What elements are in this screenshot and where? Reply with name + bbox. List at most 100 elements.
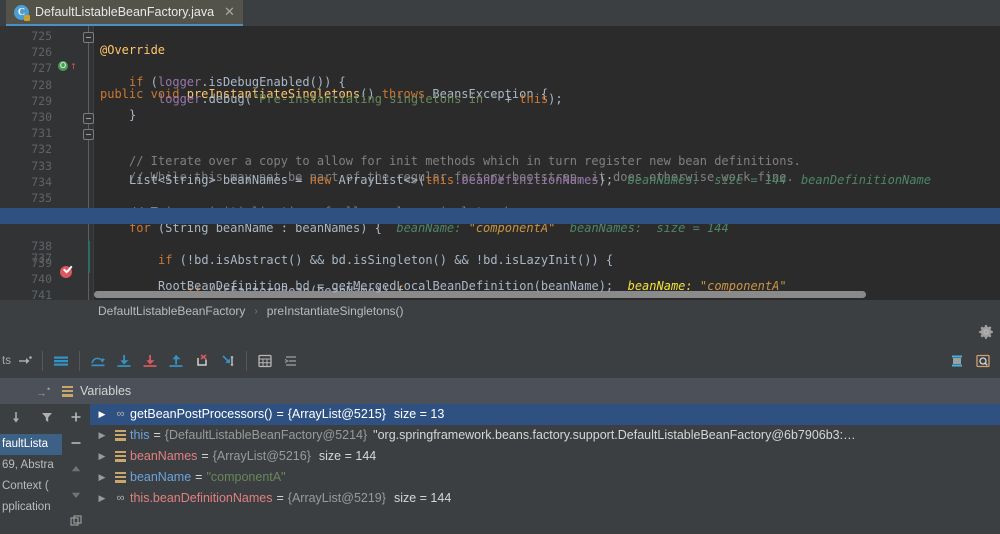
tab-variables[interactable]: Variables [58,378,141,404]
editor-tab[interactable]: C DefaultListableBeanFactory.java ✕ [6,0,243,26]
evaluate-expression-icon[interactable] [252,348,278,374]
remove-watch-icon[interactable] [67,434,85,452]
filter-frames-icon[interactable] [38,408,56,426]
variable-name: getBeanPostProcessors() [130,404,272,425]
breadcrumb-method[interactable]: preInstantiateSingletons() [267,304,404,318]
method-icon: ∞ [110,488,130,509]
variable-ref: {DefaultListableBeanFactory@5214} [165,425,367,446]
variable-name: this [130,425,149,446]
table-row[interactable]: ▶ beanName = "componentA" [90,467,1000,488]
code-line: 727 if (logger.isDebugEnabled()) { [0,46,1000,62]
editor-tab-title: DefaultListableBeanFactory.java [35,5,214,19]
list-item[interactable]: pplication [0,497,62,518]
variable-ref: {ArrayList@5215} [288,404,386,425]
code-line: 728 logger.debug("Pre-instantiating sing… [0,63,1000,79]
gear-icon[interactable] [978,324,994,340]
step-into-icon[interactable] [111,348,137,374]
debug-tool-window-header [0,322,1000,344]
move-down-icon[interactable] [67,486,85,504]
breadcrumb-separator-icon: › [254,306,257,317]
close-icon[interactable]: ✕ [224,4,235,20]
variables-icon [62,386,73,397]
list-item[interactable]: 69, Abstra [0,455,62,476]
variable-ref: {ArrayList@5219} [288,488,386,509]
fold-marker-icon[interactable] [83,113,94,124]
add-watch-icon[interactable] [67,408,85,426]
variable-name: beanName [130,467,191,488]
variable-ref: {ArrayList@5216} [213,446,311,467]
code-line: 726 O ↑ public void preInstantiateSingle… [0,30,1000,46]
code-line: 729 } [0,79,1000,95]
changed-lines-marker [88,241,90,257]
force-step-into-icon[interactable] [137,348,163,374]
fold-marker-icon[interactable] [83,129,94,140]
equals-sign: = [276,488,283,509]
move-up-icon[interactable] [67,460,85,478]
breadcrumb-class[interactable]: DefaultListableBeanFactory [98,304,245,318]
frames-panel: faultLista 69, Abstra Context ( pplicati… [0,404,62,534]
frames-list[interactable]: faultLista 69, Abstra Context ( pplicati… [0,434,62,534]
pin-tab-icon[interactable] [970,348,996,374]
frames-toolbar [0,404,62,430]
table-row[interactable]: ▶ beanNames = {ArrayList@5216} size = 14… [90,446,1000,467]
table-row[interactable]: ▶ this = {DefaultListableBeanFactory@521… [90,425,1000,446]
code-line: 740 Object bean = getBean( name: FACTORY… [0,257,1000,273]
variable-name: beanNames [130,446,197,467]
variable-size: size = 144 [394,488,451,509]
current-execution-line: 737 RootBeanDefinition bd = getMergedLoc… [0,208,1000,224]
watches-icon[interactable] [278,348,304,374]
debugger-panels: →• Variables faultLista 69, Abstra Conte… [0,378,1000,534]
tab-variables-label: Variables [80,384,131,398]
variables-tab-header: →• Variables [0,378,1000,404]
variable-value: "componentA" [206,467,285,488]
chevron-right-icon[interactable]: ▶ [94,488,110,509]
list-icon [110,430,130,441]
method-icon: ∞ [110,404,130,425]
intellij-debugger-window: C DefaultListableBeanFactory.java ✕ 725 … [0,0,1000,534]
fold-marker-icon[interactable] [83,32,94,43]
step-over-icon[interactable] [85,348,111,374]
list-icon [110,472,130,483]
code-line: 731 // Iterate over a copy to allow for … [0,111,1000,127]
code-line: 732 // While this may not be part of the… [0,127,1000,143]
chevron-right-icon[interactable]: ▶ [94,404,110,425]
code-text: RootBeanDefinition bd = getMergedLocalBe… [158,279,613,293]
inline-debug-value: "componentA" [700,279,787,293]
chevron-right-icon[interactable]: ▶ [94,446,110,467]
run-to-cursor-icon[interactable] [215,348,241,374]
chevron-right-icon[interactable]: ▶ [94,425,110,446]
drop-frame-icon[interactable] [189,348,215,374]
table-row[interactable]: ▶ ∞ this.beanDefinitionNames = {ArrayLis… [90,488,1000,509]
export-threads-icon[interactable] [7,408,25,426]
code-line: 735 // Trigger initialization of all non… [0,176,1000,192]
code-line: 738 if (!bd.isAbstract() && bd.isSinglet… [0,224,1000,240]
mute-breakpoints-icon[interactable] [11,348,37,374]
code-line: 730 [0,95,1000,111]
show-execution-point-icon[interactable] [48,348,74,374]
equals-sign: = [276,404,283,425]
variables-tree[interactable]: ▶ ∞ getBeanPostProcessors() = {ArrayList… [90,404,1000,534]
table-row[interactable]: ▶ ∞ getBeanPostProcessors() = {ArrayList… [90,404,1000,425]
equals-sign: = [201,446,208,467]
changed-lines-marker [88,257,90,273]
chevron-right-icon[interactable]: ▶ [94,467,110,488]
step-out-icon[interactable] [163,348,189,374]
copy-value-icon[interactable] [67,512,85,530]
code-line: 734 [0,160,1000,176]
breadcrumb[interactable]: DefaultListableBeanFactory › preInstanti… [0,300,1000,322]
variable-name: this.beanDefinitionNames [130,488,272,509]
variables-side-toolbar [62,404,90,534]
code-line: 736 for (String beanName : beanNames) { … [0,192,1000,208]
layout-settings-icon[interactable] [944,348,970,374]
code-line: 739 if (isFactoryBean(beanName)) { [0,241,1000,257]
code-editor[interactable]: 725 @Override 726 O ↑ public void preIns… [0,26,1000,300]
line-number: 741 [0,287,52,300]
list-item[interactable]: faultLista [0,434,62,455]
toolbar-left-label: ts [2,355,11,367]
list-item[interactable]: Context ( [0,476,62,497]
variable-value: "org.springframework.beans.factory.suppo… [373,425,855,446]
editor-tab-strip: C DefaultListableBeanFactory.java ✕ [0,0,1000,26]
code-line: 733 List<String> beanNames = new ArrayLi… [0,144,1000,160]
list-icon [110,451,130,462]
collapse-arrow-icon[interactable]: →• [36,384,50,400]
